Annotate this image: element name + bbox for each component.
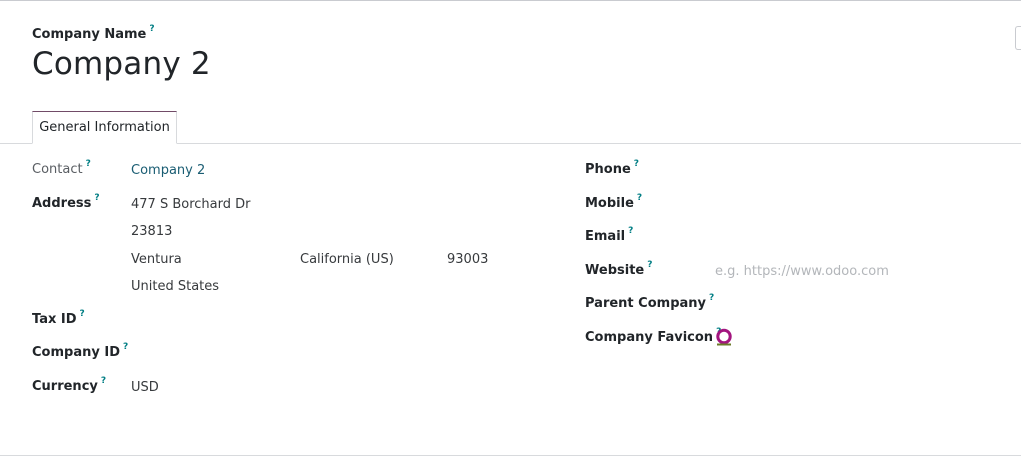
top-border xyxy=(0,0,1021,1)
mobile-label: Mobile? xyxy=(585,193,643,211)
currency-field[interactable]: USD xyxy=(131,380,159,395)
website-input[interactable]: e.g. https://www.odoo.com xyxy=(715,264,889,279)
email-label: Email? xyxy=(585,226,634,244)
state-field[interactable]: California (US) xyxy=(300,252,394,267)
help-icon[interactable]: ? xyxy=(94,193,99,203)
zip-field[interactable]: 93003 xyxy=(447,252,488,267)
tab-general-information[interactable]: General Information xyxy=(32,111,177,144)
address-label: Address? xyxy=(32,193,100,211)
help-icon[interactable]: ? xyxy=(101,376,106,386)
contact-label: Contact? xyxy=(32,159,91,177)
parent-company-label: Parent Company? xyxy=(585,293,715,311)
company-id-label: Company ID? xyxy=(32,342,129,360)
bottom-border xyxy=(0,455,1021,456)
company-name-field[interactable]: Company 2 xyxy=(32,46,211,82)
help-icon[interactable]: ? xyxy=(86,159,91,169)
statusbar-edge xyxy=(1015,26,1021,50)
help-icon[interactable]: ? xyxy=(123,342,128,352)
help-icon[interactable]: ? xyxy=(634,159,639,169)
company-favicon-label: Company Favicon? xyxy=(585,327,722,345)
help-icon[interactable]: ? xyxy=(149,24,154,34)
website-label: Website? xyxy=(585,260,653,278)
phone-label: Phone? xyxy=(585,159,640,177)
tax-id-label: Tax ID? xyxy=(32,309,85,327)
company-name-label: Company Name? xyxy=(32,24,155,42)
help-icon[interactable]: ? xyxy=(709,293,714,303)
city-field[interactable]: Ventura xyxy=(131,252,182,267)
help-icon[interactable]: ? xyxy=(647,260,652,270)
contact-link[interactable]: Company 2 xyxy=(131,163,205,178)
country-field[interactable]: United States xyxy=(131,279,219,294)
help-icon[interactable]: ? xyxy=(637,193,642,203)
odoo-circle-icon[interactable] xyxy=(715,328,733,346)
help-icon[interactable]: ? xyxy=(628,226,633,236)
currency-label: Currency? xyxy=(32,376,107,394)
street-field[interactable]: 477 S Borchard Dr xyxy=(131,197,250,212)
street2-field[interactable]: 23813 xyxy=(131,224,172,239)
help-icon[interactable]: ? xyxy=(80,309,85,319)
